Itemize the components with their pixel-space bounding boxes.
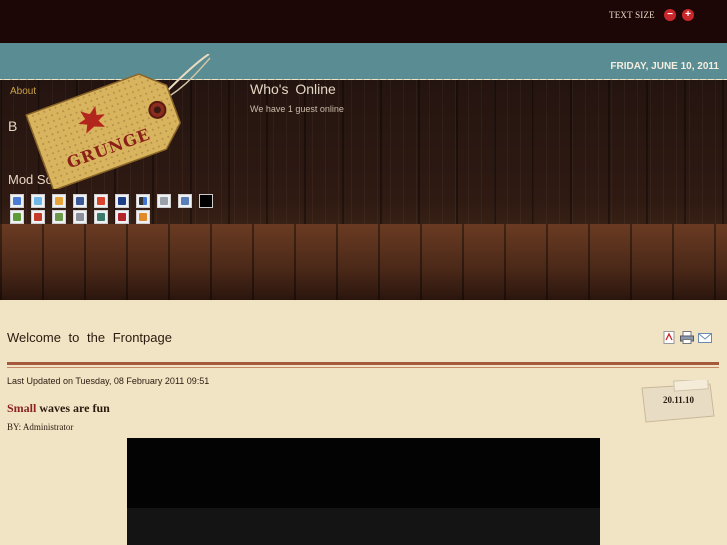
grunge-logo[interactable]: GRUNGE bbox=[14, 54, 214, 189]
top-bar bbox=[0, 0, 727, 43]
video-player-lower bbox=[127, 508, 600, 545]
text-size-label: TEXT SIZE bbox=[609, 10, 655, 20]
newsvine-icon[interactable] bbox=[94, 210, 108, 224]
whos-online-title: Who's Online bbox=[250, 81, 336, 97]
myspace-icon[interactable] bbox=[115, 194, 129, 208]
email-icon[interactable] bbox=[698, 331, 712, 344]
increase-text-size-button[interactable]: + bbox=[682, 9, 694, 21]
heading-rule-thin bbox=[7, 367, 719, 368]
digg-icon[interactable] bbox=[157, 194, 171, 208]
facebook-icon[interactable] bbox=[73, 194, 87, 208]
bookmark-icon[interactable] bbox=[10, 210, 24, 224]
jumptags-icon[interactable] bbox=[52, 210, 66, 224]
page-heading: Welcome to the Frontpage bbox=[7, 330, 172, 345]
article-byline: BY: Administrator bbox=[7, 422, 74, 432]
heading-rule bbox=[7, 362, 719, 365]
windows-live-icon[interactable] bbox=[52, 194, 66, 208]
twitter-icon[interactable] bbox=[31, 194, 45, 208]
article-title-accent: Small bbox=[7, 401, 37, 415]
current-date: FRIDAY, JUNE 10, 2011 bbox=[610, 61, 719, 72]
wood-plank-strip bbox=[0, 224, 727, 300]
delicious-icon[interactable] bbox=[136, 194, 150, 208]
article-title[interactable]: Small waves are fun bbox=[7, 401, 110, 416]
reddit-icon[interactable] bbox=[178, 194, 192, 208]
technorati-icon[interactable] bbox=[31, 210, 45, 224]
print-icon[interactable] bbox=[680, 331, 694, 344]
last-updated: Last Updated on Tuesday, 08 February 201… bbox=[7, 376, 210, 386]
pdf-icon[interactable] bbox=[662, 331, 676, 344]
stumbleupon-icon[interactable] bbox=[94, 194, 108, 208]
whos-online-text: We have 1 guest online bbox=[250, 104, 344, 114]
decrease-text-size-button[interactable]: − bbox=[664, 9, 676, 21]
date-badge-text: 20.11.10 bbox=[663, 395, 695, 405]
favorites-icon[interactable] bbox=[136, 210, 150, 224]
article-title-rest: waves are fun bbox=[36, 401, 110, 415]
mixx-icon[interactable] bbox=[73, 210, 87, 224]
google-icon[interactable] bbox=[10, 194, 24, 208]
blank-icon[interactable] bbox=[199, 194, 213, 208]
yahoo-icon[interactable] bbox=[115, 210, 129, 224]
